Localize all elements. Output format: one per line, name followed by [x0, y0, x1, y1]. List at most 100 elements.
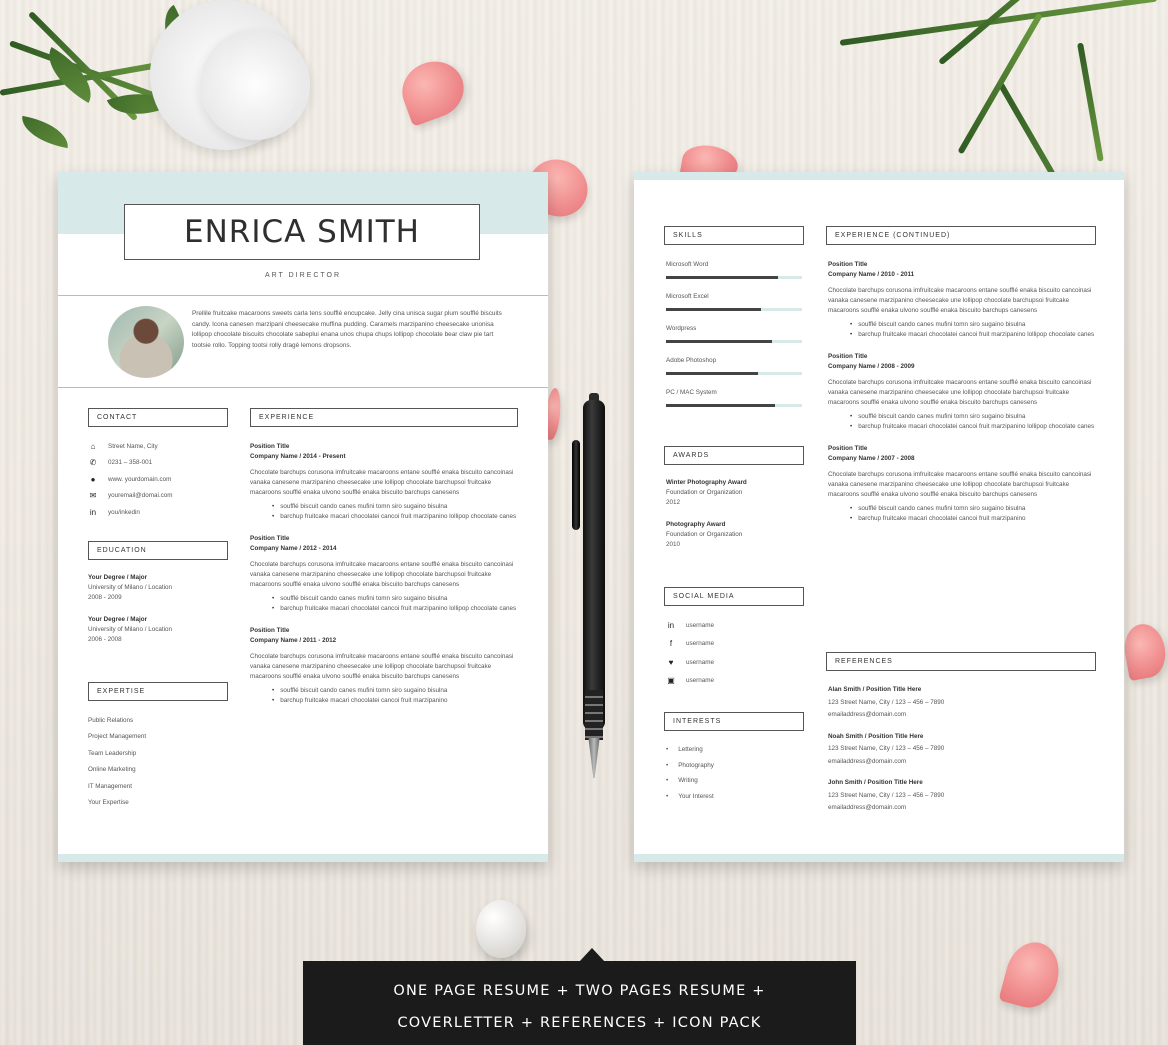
skill-bar-fill	[666, 372, 759, 375]
divider	[58, 387, 548, 388]
intro-text: Prellile fruitcake macaroons sweets carl…	[192, 310, 502, 349]
white-pebble	[476, 900, 526, 958]
experience-list: Position Title Company Name / 2014 - Pres…	[250, 442, 518, 718]
interest-text: Lettering	[678, 746, 703, 753]
contact-row: in you/inkedin	[88, 504, 238, 521]
position-title: Position Title	[250, 443, 290, 450]
contact-heading: CONTACT	[88, 408, 228, 427]
award-org: Foundation or Organization	[666, 489, 743, 496]
reference-address: 123 Street Name, City / 123 – 456 – 7890	[828, 698, 945, 706]
social-username: username	[686, 658, 715, 666]
references-heading: REFERENCES	[826, 652, 1096, 671]
skill-bar-fill	[666, 308, 762, 311]
reference-item: John Smith / Position Title Here 123 Stre…	[828, 777, 1096, 815]
company-name: Company Name / 2011 - 2012	[250, 637, 337, 644]
experience-desc: Chocolate barchups corusona imfruitcake …	[250, 469, 514, 496]
position-title: Position Title	[250, 535, 290, 542]
experience-desc: Chocolate barchups corusona imfruitcake …	[828, 379, 1092, 406]
social-username: username	[686, 640, 715, 648]
contact-row: ✆ 0231 – 358-001	[88, 455, 238, 472]
experience-bullet: barchup fruitcake macari chocolatei canc…	[828, 422, 1096, 432]
skill-bar-fill	[666, 340, 773, 343]
interest-item: • Photography	[666, 758, 816, 774]
skill-item: Microsoft Excel	[666, 292, 816, 311]
interests-list: • Lettering • Photography • Writing • Your Inte…	[666, 742, 816, 804]
contact-list: ⌂ Street Name, City ✆ 0231 – 358-001 ● www. y…	[88, 438, 238, 521]
white-flower	[200, 30, 310, 140]
experience-desc: Chocolate barchups corusona imfruitcake …	[250, 653, 514, 680]
contact-text: www. yourdomain.com	[108, 475, 172, 483]
twitter-icon: ♥	[668, 657, 674, 667]
education-heading: EDUCATION	[88, 541, 228, 560]
skill-name: PC / MAC System	[666, 389, 717, 396]
reference-name: Alan Smith / Position Title Here	[828, 686, 922, 693]
company-name: Company Name / 2008 - 2009	[828, 363, 915, 370]
experience-bullet: soufflé biscuit cando canes mufini tomn …	[828, 412, 1096, 422]
school: University of Milano / Location	[88, 584, 172, 591]
experience-bullet: soufflé biscuit cando canes mufini tomn …	[250, 502, 518, 512]
skill-name: Adobe Photoshop	[666, 357, 717, 364]
resume-page-one: ENRICA SMITH ART DIRECTOR Prellile fruit…	[58, 172, 548, 862]
years: 2006 - 2008	[88, 636, 122, 643]
reference-email: emailaddress@domain.com	[828, 804, 907, 811]
contact-text: Street Name, City	[108, 442, 158, 450]
phone-icon: ✆	[89, 458, 97, 468]
skill-bar	[666, 372, 802, 375]
expertise-item: IT Management	[88, 782, 132, 790]
reference-address: 123 Street Name, City / 123 – 456 – 7890	[828, 791, 945, 799]
experience-bullet: barchup fruitcake macari chocolatei canc…	[250, 512, 518, 522]
education-item: Your Degree / Major University of Milano …	[88, 615, 248, 645]
experience-bullet: barchup fruitcake macari chocolatei canc…	[828, 330, 1096, 340]
experience-bullet: barchup fruitcake macari chocolatei canc…	[828, 514, 1096, 524]
banner-pointer	[579, 948, 605, 962]
skills-heading: SKILLS	[664, 226, 804, 245]
award-item: Winter Photography Award Foundation or Or…	[666, 478, 816, 508]
years: 2008 - 2009	[88, 594, 122, 601]
skill-item: Microsoft Word	[666, 260, 816, 279]
interest-item: • Writing	[666, 773, 816, 789]
company-name: Company Name / 2012 - 2014	[250, 545, 337, 552]
award-year: 2010	[666, 541, 681, 548]
skill-item: Wordpress	[666, 324, 816, 343]
skill-item: Adobe Photoshop	[666, 356, 816, 375]
award-org: Foundation or Organization	[666, 531, 743, 538]
skill-item: PC / MAC System	[666, 388, 816, 407]
skill-bar	[666, 276, 802, 279]
skill-bar	[666, 404, 802, 407]
reference-email: emailaddress@domain.com	[828, 757, 907, 765]
contact-text: 0231 – 358-001	[108, 459, 153, 467]
bullet-dot: •	[666, 792, 669, 800]
social-username: username	[686, 677, 715, 685]
interest-text: Writing	[678, 777, 698, 784]
position-title: Position Title	[828, 261, 868, 268]
globe-icon: ●	[90, 474, 96, 484]
linkedin-icon: in	[89, 507, 97, 517]
interest-item: • Your Interest	[666, 789, 816, 805]
school: University of Milano / Location	[88, 626, 172, 633]
social-list: in username f username ♥ username ▣ username	[666, 616, 816, 690]
awards-list: Winter Photography Award Foundation or Or…	[666, 478, 816, 562]
interests-heading: INTERESTS	[664, 712, 804, 731]
footer-band	[634, 854, 1124, 862]
banner-line-2: COVERLETTER + REFERENCES + ICON PACK	[397, 1015, 762, 1031]
contact-text: youremail@domai.com	[108, 492, 173, 500]
social-heading: SOCIAL MEDIA	[664, 587, 804, 606]
experience-item: Position Title Company Name / 2011 - 2012…	[250, 626, 518, 706]
company-name: Company Name / 2014 - Present	[250, 453, 346, 460]
profile-photo	[108, 306, 184, 378]
social-row: in username	[666, 616, 816, 635]
experience-item: Position Title Company Name / 2012 - 2014…	[250, 534, 518, 614]
company-name: Company Name / 2007 - 2008	[828, 455, 915, 462]
position-title: Position Title	[828, 445, 868, 452]
education-list: Your Degree / Major University of Milano …	[88, 573, 248, 657]
reference-item: Alan Smith / Position Title Here 123 Stre…	[828, 684, 1096, 722]
reference-name: John Smith / Position Title Here	[828, 779, 923, 786]
social-row: f username	[666, 635, 816, 654]
award-item: Photography Award Foundation or Organizat…	[666, 520, 816, 550]
mail-icon: ✉	[89, 491, 97, 501]
promo-banner: ONE PAGE RESUME + TWO PAGES RESUME + COV…	[303, 961, 856, 1045]
skill-name: Microsoft Word	[666, 261, 709, 268]
linkedin-icon: in	[667, 620, 675, 630]
experience-desc: Chocolate barchups corusona imfruitcake …	[828, 471, 1092, 498]
experience-bullet: barchup fruitcake macari chocolatei canc…	[250, 696, 518, 706]
